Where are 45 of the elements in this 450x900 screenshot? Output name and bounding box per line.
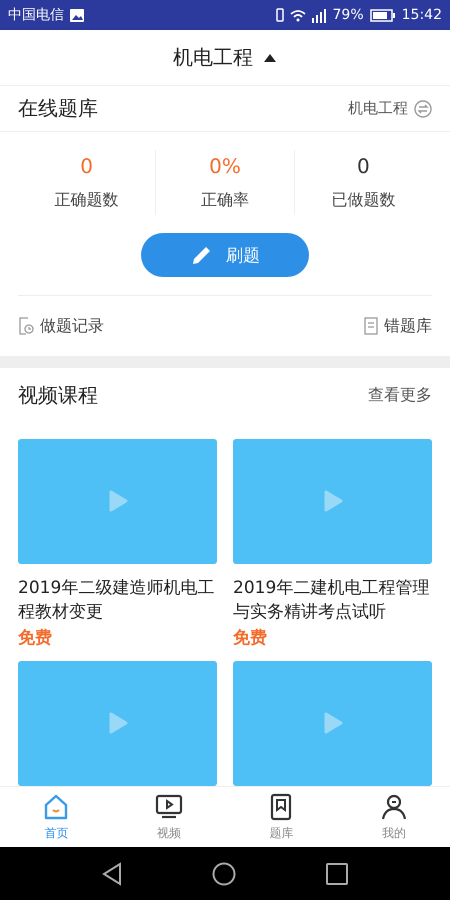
stat-value: 0% xyxy=(209,154,241,178)
tab-bar-item[interactable]: 视频 xyxy=(112,787,225,847)
back-icon[interactable] xyxy=(102,862,122,886)
home-icon[interactable] xyxy=(212,862,236,886)
subject-link[interactable]: 机电工程 xyxy=(348,99,408,118)
video-thumbnail[interactable] xyxy=(18,438,217,564)
course-price: 免费 xyxy=(233,626,268,649)
tab-bar-item[interactable]: 我的 xyxy=(338,787,450,847)
video-thumbnail[interactable] xyxy=(18,660,217,786)
recents-icon[interactable] xyxy=(326,862,348,884)
history-icon[interactable] xyxy=(18,317,34,336)
document-icon[interactable] xyxy=(364,317,378,336)
course-title[interactable]: 2019年二建机电工程管理与实务精讲考点试听 xyxy=(233,576,432,624)
play-icon xyxy=(322,712,342,734)
stat-label: 已做题数 xyxy=(331,190,396,212)
battery-icon xyxy=(370,8,396,22)
person-icon xyxy=(380,792,408,820)
section-title: 视频课程 xyxy=(18,382,98,409)
vibrate-icon xyxy=(276,8,284,22)
link-label[interactable]: 错题库 xyxy=(384,316,432,337)
header-title[interactable]: 机电工程 xyxy=(173,44,253,71)
link-label[interactable]: 做题记录 xyxy=(40,316,104,337)
battery-percent: 79% xyxy=(332,7,364,23)
play-icon xyxy=(108,712,128,734)
stat-label: 正确题数 xyxy=(54,190,119,212)
play-icon xyxy=(322,490,342,512)
stat-value: 0 xyxy=(80,154,94,178)
tab-bar-item[interactable]: 题库 xyxy=(225,787,338,847)
video-thumbnail[interactable] xyxy=(233,660,432,786)
video-thumbnail[interactable] xyxy=(233,438,432,564)
stat-label: 正确率 xyxy=(200,190,249,212)
signal-icon xyxy=(312,8,327,22)
monitor-play-icon xyxy=(154,792,183,820)
play-icon xyxy=(108,490,128,512)
course-title[interactable]: 2019年二级建造师机电工程教材变更 xyxy=(18,576,217,624)
wifi-icon xyxy=(290,8,306,22)
course-price: 免费 xyxy=(18,626,53,649)
stat-value: 0 xyxy=(356,154,370,178)
caret-icon[interactable] xyxy=(263,52,277,62)
switch-icon[interactable] xyxy=(414,100,432,118)
section-title: 在线题库 xyxy=(18,95,98,122)
clock: 15:42 xyxy=(402,7,442,23)
image-icon xyxy=(70,8,84,22)
carrier-name: 中国电信 xyxy=(8,6,64,24)
see-more-link[interactable]: 查看更多 xyxy=(368,384,432,406)
